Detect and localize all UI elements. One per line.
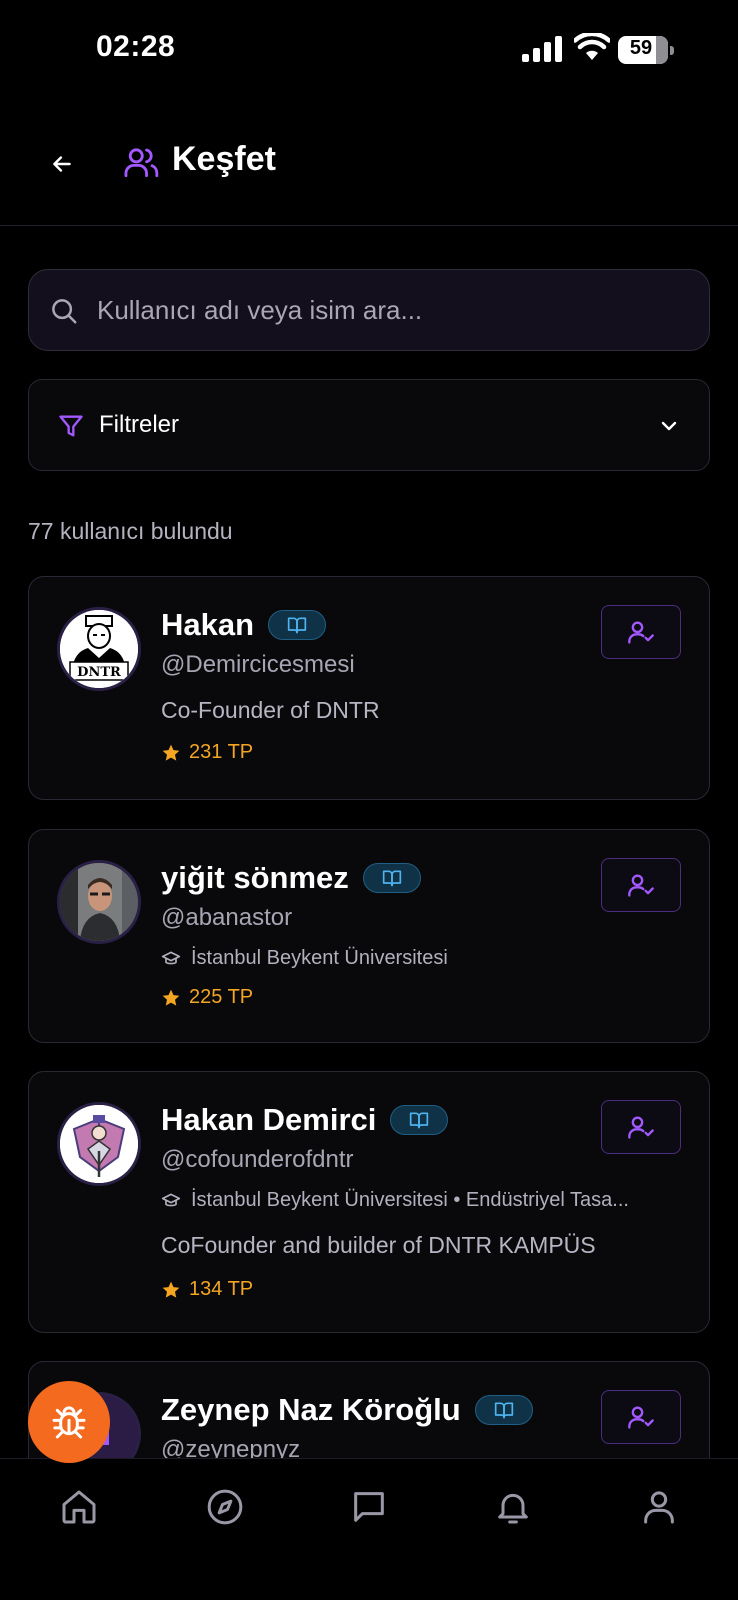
- graduation-cap-icon: [161, 1193, 181, 1206]
- message-icon: [354, 1492, 384, 1522]
- follow-button[interactable]: [601, 1390, 681, 1444]
- home-icon: [62, 1490, 96, 1524]
- tp-score: 225 TP: [161, 986, 253, 1009]
- follow-button[interactable]: [601, 605, 681, 659]
- bug-report-button[interactable]: [28, 1381, 110, 1463]
- star-icon: [162, 744, 180, 761]
- status-bar: 02:28 59: [0, 0, 738, 100]
- user-check-icon: [628, 621, 654, 644]
- user-bio: CoFounder and builder of DNTR KAMPÜS: [161, 1232, 596, 1258]
- filter-icon: [59, 415, 83, 437]
- student-badge: [474, 1395, 533, 1425]
- avatar: [57, 860, 141, 944]
- user-handle: @cofounderofdntr: [161, 1146, 354, 1173]
- chevron-down-icon: [661, 421, 677, 431]
- book-open-icon: [494, 1402, 513, 1419]
- student-badge: [390, 1105, 449, 1135]
- search-box: [28, 269, 710, 351]
- bell-icon: [498, 1493, 528, 1524]
- book-open-icon: [287, 617, 307, 634]
- student-badge: [362, 863, 421, 893]
- user-check-icon: [628, 1116, 654, 1139]
- filters-label: Filtreler: [99, 411, 180, 438]
- user-handle: @Demircicesmesi: [161, 651, 355, 678]
- avatar: DNTR: [57, 607, 141, 691]
- name-row: yiğit sönmez: [161, 860, 421, 896]
- battery-indicator: 59: [618, 36, 674, 64]
- nav-messages[interactable]: [345, 1483, 393, 1531]
- user-card[interactable]: Hakan Demirci @cofounderofdntr İstanbul …: [28, 1071, 710, 1333]
- name-row: Hakan: [161, 607, 327, 643]
- user-name: yiğit sönmez: [161, 860, 349, 895]
- tp-score: 231 TP: [161, 741, 253, 764]
- page-title: Keşfet: [172, 140, 276, 178]
- users-icon: [124, 148, 159, 178]
- result-count: 77 kullanıcı bulundu: [28, 518, 233, 544]
- back-button[interactable]: [44, 146, 80, 182]
- user-name: Hakan Demirci: [161, 1102, 377, 1137]
- star-icon: [162, 1281, 180, 1298]
- wifi-icon: [574, 33, 610, 60]
- school-name: İstanbul Beykent Üniversitesi • Endüstri…: [191, 1189, 629, 1211]
- user-bio: Co-Founder of DNTR: [161, 697, 380, 723]
- tp-score: 134 TP: [161, 1278, 253, 1301]
- user-school: İstanbul Beykent Üniversitesi: [161, 947, 448, 970]
- user-name: Zeynep Naz Köroğlu: [161, 1392, 461, 1427]
- user-handle: @abanastor: [161, 904, 293, 931]
- nav-profile[interactable]: [635, 1483, 683, 1531]
- nav-explore[interactable]: [201, 1483, 249, 1531]
- arrow-left-icon: [53, 156, 71, 172]
- bottom-navigation: [0, 1458, 738, 1600]
- follow-button[interactable]: [601, 1100, 681, 1154]
- tp-value: 225 TP: [189, 986, 254, 1008]
- compass-icon: [207, 1489, 243, 1525]
- user-card[interactable]: DNTR Hakan @Demircicesmesi Co-Founder of…: [28, 576, 710, 800]
- status-time: 02:28: [96, 30, 176, 63]
- avatar: [57, 1102, 141, 1186]
- student-badge: [268, 610, 327, 640]
- user-check-icon: [628, 874, 654, 897]
- name-row: Hakan Demirci: [161, 1102, 449, 1138]
- book-open-icon: [382, 870, 401, 887]
- header: Keşfet: [0, 120, 738, 226]
- battery-level: 59: [629, 37, 653, 59]
- filters-dropdown[interactable]: Filtreler: [28, 379, 710, 471]
- search-input[interactable]: [97, 270, 687, 350]
- graduation-cap-icon: [161, 951, 181, 964]
- signal-icon: [522, 36, 562, 62]
- tp-value: 231 TP: [189, 741, 254, 763]
- nav-notifications[interactable]: [489, 1483, 537, 1531]
- user-school: İstanbul Beykent Üniversitesi • Endüstri…: [161, 1189, 629, 1212]
- search-icon: [52, 299, 77, 324]
- star-icon: [162, 989, 180, 1006]
- nav-home[interactable]: [55, 1483, 103, 1531]
- tp-value: 134 TP: [189, 1278, 254, 1300]
- book-open-icon: [410, 1112, 429, 1129]
- user-name: Hakan: [161, 607, 255, 642]
- school-name: İstanbul Beykent Üniversitesi: [191, 947, 448, 969]
- user-card[interactable]: yiğit sönmez @abanastor İstanbul Beykent…: [28, 829, 710, 1043]
- name-row: Zeynep Naz Köroğlu: [161, 1392, 533, 1428]
- follow-button[interactable]: [601, 858, 681, 912]
- avatar-text: DNTR: [77, 665, 121, 680]
- bug-icon: [52, 1406, 86, 1439]
- user-icon: [644, 1491, 674, 1524]
- user-check-icon: [628, 1406, 654, 1429]
